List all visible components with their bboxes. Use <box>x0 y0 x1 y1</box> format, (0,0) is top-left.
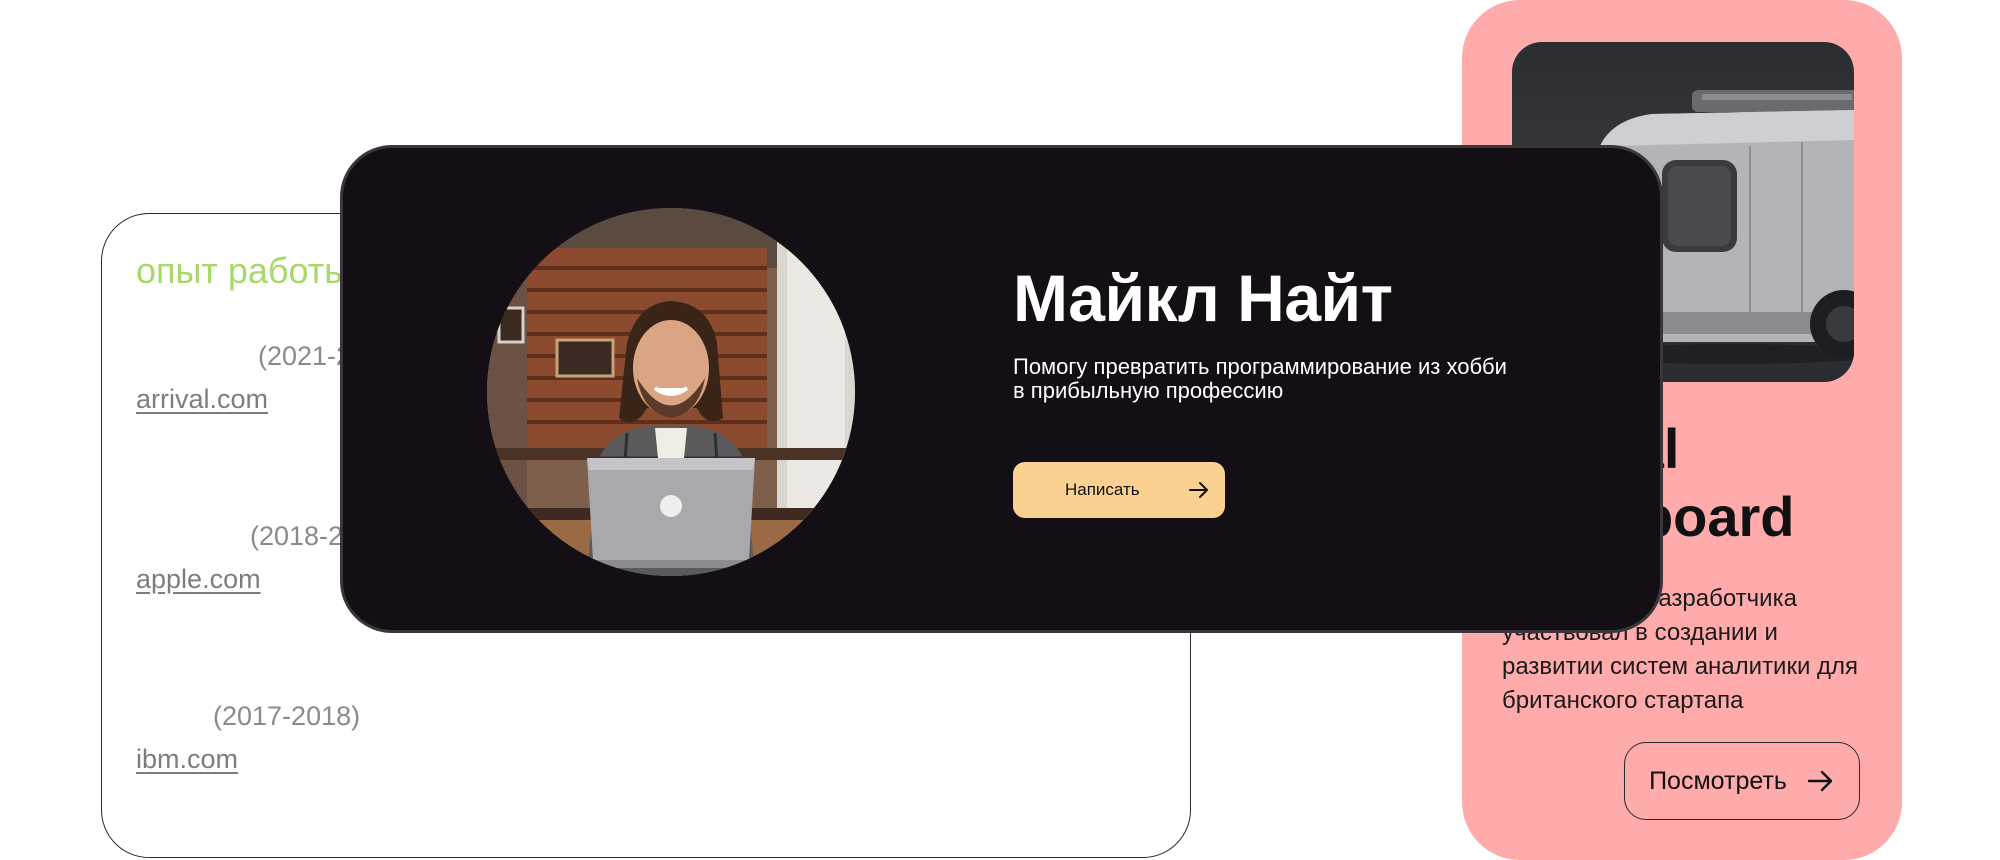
hero-tagline: Помогу превратить программирование из хо… <box>1013 354 1507 403</box>
arrow-right-icon <box>1189 482 1208 498</box>
hero-card: Майкл Найт Помогу превратить программиро… <box>340 145 1663 633</box>
experience-link-arrival[interactable]: arrival.com <box>136 384 268 415</box>
experience-link-ibm[interactable]: ibm.com <box>136 744 238 775</box>
avatar <box>487 208 855 576</box>
experience-period: (2017-2018) <box>213 701 361 731</box>
experience-title: опыт работы <box>136 250 351 291</box>
view-project-button[interactable]: Посмотреть <box>1624 742 1860 820</box>
arrow-right-icon <box>1807 770 1833 792</box>
hero-name: Майкл Найт <box>1013 261 1393 335</box>
view-project-label: Посмотреть <box>1649 766 1787 795</box>
write-button-label: Написать <box>1065 480 1140 499</box>
write-button[interactable]: Написать <box>1013 462 1225 518</box>
experience-link-apple[interactable]: apple.com <box>136 564 261 595</box>
